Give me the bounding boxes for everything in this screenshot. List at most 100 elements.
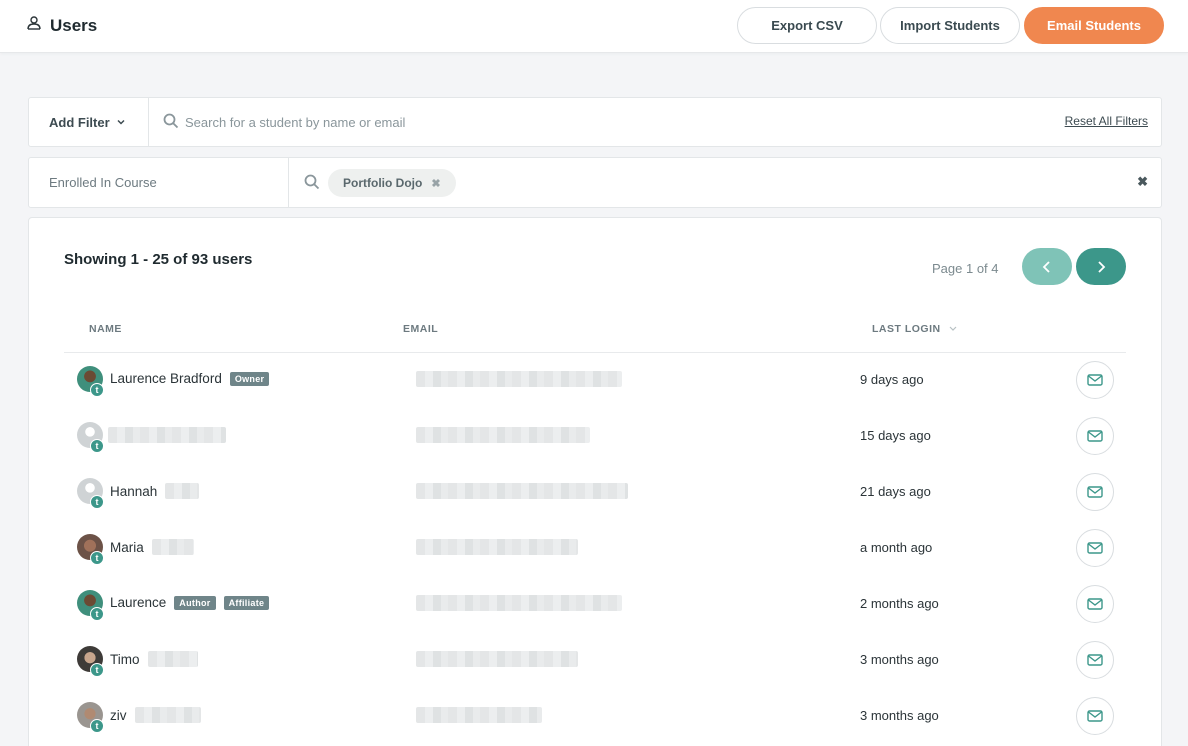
users-table-card: Showing 1 - 25 of 93 users Page 1 of 4 N…: [28, 217, 1162, 746]
teachable-badge-icon: t: [90, 383, 104, 397]
chevron-down-icon: [116, 115, 126, 130]
avatar: t: [77, 646, 104, 677]
avatar: t: [77, 590, 104, 621]
redacted-name: [165, 483, 200, 499]
role-badge: Owner: [229, 371, 270, 386]
page-info: Page 1 of 4: [932, 261, 999, 276]
clear-filter-icon[interactable]: ✖: [1137, 174, 1148, 190]
redacted-email: [416, 651, 578, 667]
email-user-button[interactable]: [1076, 529, 1114, 567]
avatar: t: [77, 478, 104, 509]
teachable-badge-icon: t: [90, 439, 104, 453]
course-chip: Portfolio Dojo ✖: [328, 169, 456, 197]
add-filter-dropdown[interactable]: Add Filter: [29, 98, 149, 146]
page-title: Users: [50, 15, 98, 35]
table-row[interactable]: t Laurence Bradford Owner 9 days ago: [64, 352, 1126, 408]
table-row[interactable]: t Maria a month ago: [64, 520, 1126, 576]
role-badge: Author: [174, 595, 216, 610]
mail-icon: [1087, 486, 1103, 498]
table-row[interactable]: t Laurence Author Affiliate 2 months ago: [64, 576, 1126, 632]
mail-icon: [1087, 542, 1103, 554]
redacted-name: [134, 707, 201, 723]
redacted-email: [416, 707, 542, 723]
column-header-email[interactable]: EMAIL: [403, 323, 438, 335]
redacted-email: [416, 371, 622, 387]
next-page-button[interactable]: [1076, 248, 1126, 285]
teachable-badge-icon: t: [90, 719, 104, 733]
user-name: Laurence: [110, 595, 167, 610]
last-login-value: 15 days ago: [860, 428, 931, 443]
column-header-name[interactable]: NAME: [89, 323, 122, 335]
email-user-button[interactable]: [1076, 361, 1114, 399]
email-user-button[interactable]: [1076, 417, 1114, 455]
avatar: t: [77, 534, 104, 565]
course-filter-label: Enrolled In Course: [29, 158, 289, 207]
table-row[interactable]: t ziv 3 months ago: [64, 688, 1126, 744]
email-user-button[interactable]: [1076, 641, 1114, 679]
last-login-value: 9 days ago: [860, 372, 924, 387]
user-name: Laurence Bradford: [110, 371, 222, 386]
redacted-email: [416, 595, 622, 611]
table-row[interactable]: t Hannah 21 days ago: [64, 464, 1126, 520]
redacted-email: [416, 427, 590, 443]
last-login-value: 21 days ago: [860, 484, 931, 499]
column-header-last-login[interactable]: LAST LOGIN: [872, 323, 957, 335]
mail-icon: [1087, 598, 1103, 610]
course-filter-row: Enrolled In Course Portfolio Dojo ✖ ✖: [28, 157, 1162, 208]
chevron-right-icon: [1098, 260, 1106, 273]
user-name: Hannah: [110, 483, 158, 499]
course-chip-label: Portfolio Dojo: [343, 176, 423, 190]
user-name-cell[interactable]: Laurence Bradford Owner: [110, 371, 270, 386]
teachable-badge-icon: t: [90, 551, 104, 565]
teachable-badge-icon: t: [90, 607, 104, 621]
user-name-cell[interactable]: [108, 427, 226, 443]
user-name-cell[interactable]: Laurence Author Affiliate: [110, 595, 270, 610]
user-name: Maria: [110, 539, 144, 555]
search-icon: [304, 174, 320, 195]
export-csv-button[interactable]: Export CSV: [737, 7, 877, 44]
email-user-button[interactable]: [1076, 473, 1114, 511]
import-students-button[interactable]: Import Students: [880, 7, 1020, 44]
last-login-value: 3 months ago: [860, 652, 939, 667]
last-login-value: 2 months ago: [860, 596, 939, 611]
user-name: ziv: [110, 707, 127, 723]
user-name-cell[interactable]: Hannah: [110, 483, 200, 499]
reset-filters-link[interactable]: Reset All Filters: [1065, 114, 1148, 128]
email-students-button[interactable]: Email Students: [1024, 7, 1164, 44]
redacted-name: [151, 539, 194, 555]
avatar: t: [77, 702, 104, 733]
last-login-value: 3 months ago: [860, 708, 939, 723]
avatar: t: [77, 422, 104, 453]
search-icon: [163, 113, 179, 134]
mail-icon: [1087, 430, 1103, 442]
chip-remove-icon[interactable]: ✖: [431, 177, 440, 190]
email-user-button[interactable]: [1076, 697, 1114, 735]
email-user-button[interactable]: [1076, 585, 1114, 623]
page-title-group: Users: [26, 15, 97, 36]
chevron-left-icon: [1042, 260, 1050, 273]
role-badge: Affiliate: [223, 595, 270, 610]
mail-icon: [1087, 710, 1103, 722]
user-name-cell[interactable]: Timo: [110, 651, 198, 667]
users-icon: [26, 15, 42, 36]
teachable-badge-icon: t: [90, 495, 104, 509]
table-row[interactable]: t Timo 3 months ago: [64, 632, 1126, 688]
top-bar: Users Export CSV Import Students Email S…: [0, 0, 1188, 53]
redacted-email: [416, 483, 628, 499]
user-name-cell[interactable]: ziv: [110, 707, 201, 723]
add-filter-label: Add Filter: [49, 114, 110, 130]
previous-page-button[interactable]: [1022, 248, 1072, 285]
student-search-input[interactable]: [185, 110, 685, 134]
mail-icon: [1087, 654, 1103, 666]
mail-icon: [1087, 374, 1103, 386]
results-count: Showing 1 - 25 of 93 users: [64, 251, 253, 268]
redacted-name: [147, 651, 198, 667]
avatar: t: [77, 366, 104, 397]
last-login-value: a month ago: [860, 540, 933, 555]
sort-down-icon: [949, 326, 957, 331]
table-row[interactable]: t 15 days ago: [64, 408, 1126, 464]
redacted-email: [416, 539, 578, 555]
user-name-cell[interactable]: Maria: [110, 539, 194, 555]
user-name: Timo: [110, 651, 140, 667]
teachable-badge-icon: t: [90, 663, 104, 677]
